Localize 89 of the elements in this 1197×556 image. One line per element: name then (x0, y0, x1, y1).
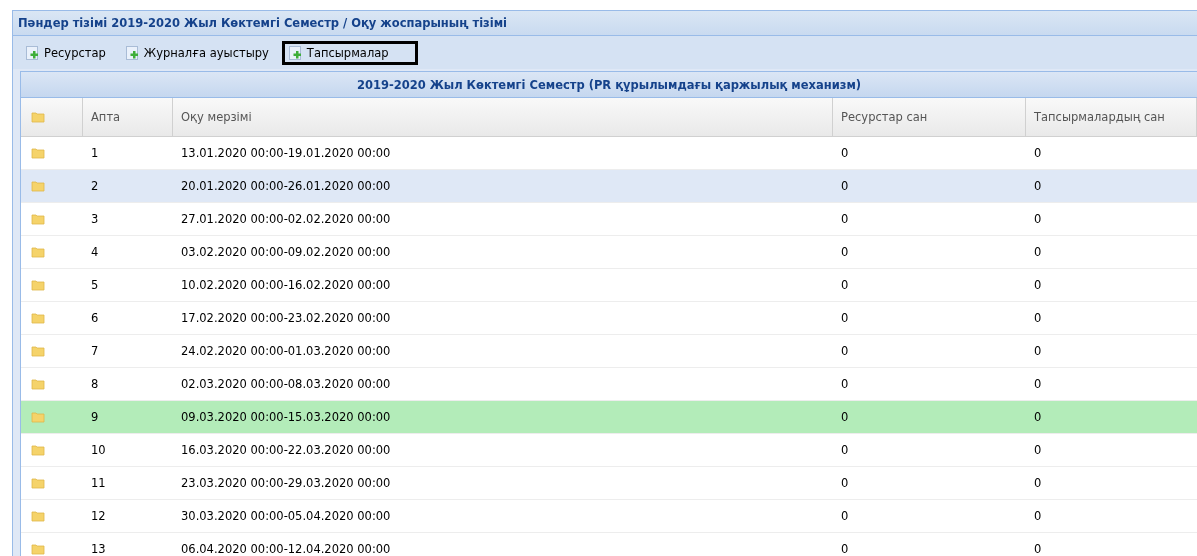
table-cell: 06.04.2020 00:00-12.04.2020 00:00 (181, 542, 391, 556)
table-cell: 0 (1034, 443, 1042, 457)
table-cell: 10 (91, 443, 106, 457)
table-cell: 0 (1034, 146, 1042, 160)
folder-icon (31, 543, 45, 555)
table-cell: 3 (91, 212, 99, 226)
table-cell: 0 (841, 542, 849, 556)
table-cell: 0 (841, 443, 849, 457)
table-cell: 0 (841, 278, 849, 292)
table-cell: 2 (91, 179, 99, 193)
panel-title: Пәндер тізімі 2019-2020 Жыл Көктемгі Семестр / Оқу жоспарының тізімі (13, 11, 1197, 36)
add-icon (288, 45, 303, 60)
table-cell: 7 (91, 344, 99, 358)
table-cell: 0 (841, 377, 849, 391)
folder-icon (31, 510, 45, 522)
add-icon (26, 45, 40, 60)
table-cell: 1 (91, 146, 99, 160)
table-row[interactable]: 13 06.04.2020 00:00-12.04.2020 00:00 0 0 (21, 533, 1197, 556)
folder-icon (31, 411, 45, 423)
table-cell: 0 (841, 179, 849, 193)
table-cell: 5 (91, 278, 99, 292)
table-row[interactable]: 5 10.02.2020 00:00-16.02.2020 00:00 0 0 (21, 269, 1197, 302)
toolbar-button[interactable]: Журналға ауыстыру (118, 40, 276, 65)
column-header[interactable]: Апта (83, 98, 173, 136)
table-cell: 0 (841, 509, 849, 523)
table-cell: 20.01.2020 00:00-26.01.2020 00:00 (181, 179, 391, 193)
table-cell: 0 (1034, 377, 1042, 391)
table-cell: 0 (1034, 212, 1042, 226)
table-cell: 0 (1034, 278, 1042, 292)
table-cell: 0 (1034, 476, 1042, 490)
column-header[interactable]: Тапсырмалардың сан (1026, 98, 1197, 136)
folder-icon (31, 111, 45, 123)
table-cell: 0 (1034, 245, 1042, 259)
table-cell: 0 (841, 476, 849, 490)
folder-icon (31, 477, 45, 489)
toolbar-button[interactable]: Ресурстар (19, 40, 113, 65)
table-cell: 8 (91, 377, 99, 391)
table-cell: 02.03.2020 00:00-08.03.2020 00:00 (181, 377, 391, 391)
folder-icon (31, 312, 45, 324)
table-cell: 4 (91, 245, 99, 259)
add-icon (125, 45, 140, 60)
folder-icon (31, 213, 45, 225)
table-cell: 27.01.2020 00:00-02.02.2020 00:00 (181, 212, 391, 226)
table-cell: 13 (91, 542, 106, 556)
column-header[interactable]: Оқу мерзімі (173, 98, 833, 136)
table-cell: 0 (841, 311, 849, 325)
folder-icon (31, 279, 45, 291)
table-row[interactable]: 6 17.02.2020 00:00-23.02.2020 00:00 0 0 (21, 302, 1197, 335)
table-cell: 6 (91, 311, 99, 325)
table-cell: 16.03.2020 00:00-22.03.2020 00:00 (181, 443, 391, 457)
table-cell: 03.02.2020 00:00-09.02.2020 00:00 (181, 245, 391, 259)
table-cell: 0 (1034, 179, 1042, 193)
group-header: 2019-2020 Жыл Көктемгі Семестр (PR құрылымдағы қаржылық механизм) (21, 72, 1197, 98)
folder-icon (31, 378, 45, 390)
table-cell: 17.02.2020 00:00-23.02.2020 00:00 (181, 311, 391, 325)
table-cell: 0 (1034, 509, 1042, 523)
toolbar-button[interactable]: Тапсырмалар (281, 40, 418, 65)
table-row[interactable]: 2 20.01.2020 00:00-26.01.2020 00:00 0 0 (21, 170, 1197, 203)
table-cell: 0 (841, 245, 849, 259)
table-cell: 30.03.2020 00:00-05.04.2020 00:00 (181, 509, 391, 523)
folder-icon (31, 444, 45, 456)
folder-icon (31, 246, 45, 258)
folder-icon (31, 180, 45, 192)
table-cell: 9 (91, 410, 99, 424)
table-cell: 09.03.2020 00:00-15.03.2020 00:00 (181, 410, 391, 424)
table-row[interactable]: 11 23.03.2020 00:00-29.03.2020 00:00 0 0 (21, 467, 1197, 500)
table-cell: 0 (1034, 542, 1042, 556)
table-cell: 13.01.2020 00:00-19.01.2020 00:00 (181, 146, 391, 160)
table-cell: 0 (841, 344, 849, 358)
table-row[interactable]: 3 27.01.2020 00:00-02.02.2020 00:00 0 0 (21, 203, 1197, 236)
table-cell: 0 (841, 212, 849, 226)
table-cell: 0 (841, 146, 849, 160)
table-row[interactable]: 12 30.03.2020 00:00-05.04.2020 00:00 0 0 (21, 500, 1197, 533)
table-cell: 23.03.2020 00:00-29.03.2020 00:00 (181, 476, 391, 490)
table-cell: 24.02.2020 00:00-01.03.2020 00:00 (181, 344, 391, 358)
table-row[interactable]: 7 24.02.2020 00:00-01.03.2020 00:00 0 0 (21, 335, 1197, 368)
table-cell: 0 (1034, 311, 1042, 325)
table-cell: 11 (91, 476, 106, 490)
table-row[interactable]: 4 03.02.2020 00:00-09.02.2020 00:00 0 0 (21, 236, 1197, 269)
table-cell: 12 (91, 509, 106, 523)
folder-icon (31, 147, 45, 159)
table-row[interactable]: 9 09.03.2020 00:00-15.03.2020 00:00 0 0 (21, 401, 1197, 434)
column-header[interactable]: Ресурстар сан (833, 98, 1026, 136)
folder-icon (31, 345, 45, 357)
table-cell: 0 (1034, 344, 1042, 358)
table-cell: 10.02.2020 00:00-16.02.2020 00:00 (181, 278, 391, 292)
table-cell: 0 (1034, 410, 1042, 424)
table-row[interactable]: 10 16.03.2020 00:00-22.03.2020 00:00 0 0 (21, 434, 1197, 467)
table-cell: 0 (841, 410, 849, 424)
